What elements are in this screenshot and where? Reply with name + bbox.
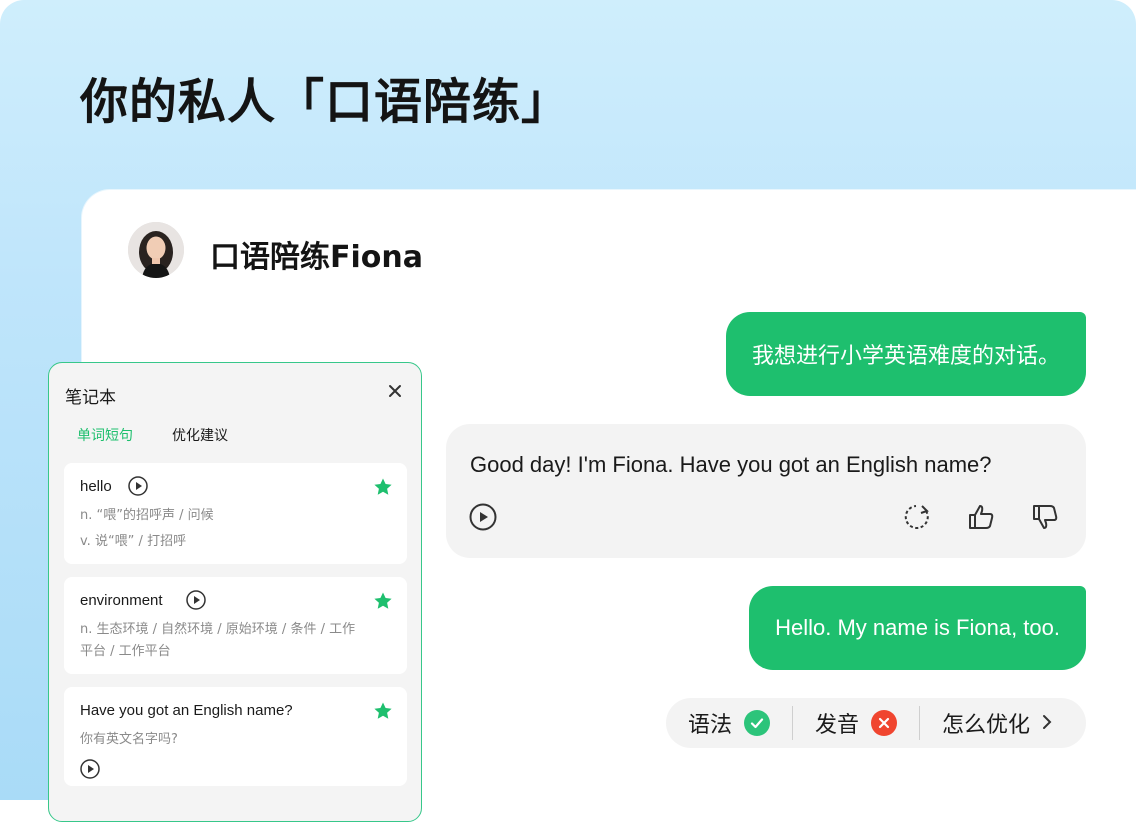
entry-definition: n. “喂”的招呼声 / 问候	[80, 508, 214, 523]
notebook-panel: 笔记本 单词短句 优化建议 hello n. “喂”的招呼声 / 问候 v. 说…	[48, 362, 422, 822]
pronunciation-feedback[interactable]: 发音	[793, 707, 919, 739]
thumbs-down-icon[interactable]	[1030, 502, 1060, 532]
assistant-message: Good day! I'm Fiona. Have you got an Eng…	[446, 424, 1086, 558]
user-message-text: Hello. My name is Fiona, too.	[775, 615, 1060, 640]
tab-words-phrases[interactable]: 单词短句	[77, 425, 133, 445]
assistant-message-text: Good day! I'm Fiona. Have you got an Eng…	[470, 452, 992, 477]
notebook-entry[interactable]: hello n. “喂”的招呼声 / 问候 v. 说“喂” / 打招呼	[64, 463, 407, 564]
grammar-feedback[interactable]: 语法	[666, 707, 792, 739]
entry-definition: 平台 / 工作平台	[80, 644, 171, 659]
user-message: 我想进行小学英语难度的对话。	[725, 312, 1086, 396]
notebook-entry[interactable]: Have you got an English name? 你有英文名字吗?	[64, 687, 407, 786]
entry-term: Have you got an English name?	[80, 702, 293, 719]
play-audio-icon[interactable]	[185, 589, 207, 615]
user-message: Hello. My name is Fiona, too.	[749, 586, 1086, 670]
regenerate-icon[interactable]	[902, 502, 932, 532]
tab-optimization-tips[interactable]: 优化建议	[172, 425, 228, 445]
star-icon[interactable]	[373, 591, 393, 615]
agent-name: 口语陪练Fiona	[210, 240, 423, 275]
notebook-entry[interactable]: environment n. 生态环境 / 自然环境 / 原始环境 / 条件 /…	[64, 577, 407, 674]
page-headline: 你的私人「口语陪练」	[80, 74, 571, 130]
check-icon	[744, 710, 771, 736]
entry-definition: 你有英文名字吗?	[80, 732, 178, 747]
error-icon	[871, 710, 898, 736]
optimize-link[interactable]: 怎么优化	[920, 707, 1074, 739]
star-icon[interactable]	[373, 477, 393, 501]
grammar-label: 语法	[688, 713, 733, 738]
optimize-label: 怎么优化	[942, 713, 1031, 738]
play-audio-icon[interactable]	[468, 502, 498, 532]
avatar	[128, 222, 184, 278]
feedback-bar: 语法 发音 怎么优化	[666, 698, 1086, 748]
notebook-title: 笔记本	[65, 388, 116, 408]
chevron-right-icon	[1042, 711, 1052, 736]
close-icon[interactable]	[387, 383, 403, 403]
star-icon[interactable]	[373, 701, 393, 725]
play-audio-icon[interactable]	[79, 758, 101, 784]
entry-definition: v. 说“喂” / 打招呼	[80, 534, 187, 549]
entry-term: hello	[80, 478, 112, 495]
pronunciation-label: 发音	[815, 713, 860, 738]
play-audio-icon[interactable]	[127, 475, 149, 501]
entry-definition: n. 生态环境 / 自然环境 / 原始环境 / 条件 / 工作	[80, 622, 356, 637]
entry-term: environment	[80, 592, 163, 609]
thumbs-up-icon[interactable]	[966, 502, 996, 532]
